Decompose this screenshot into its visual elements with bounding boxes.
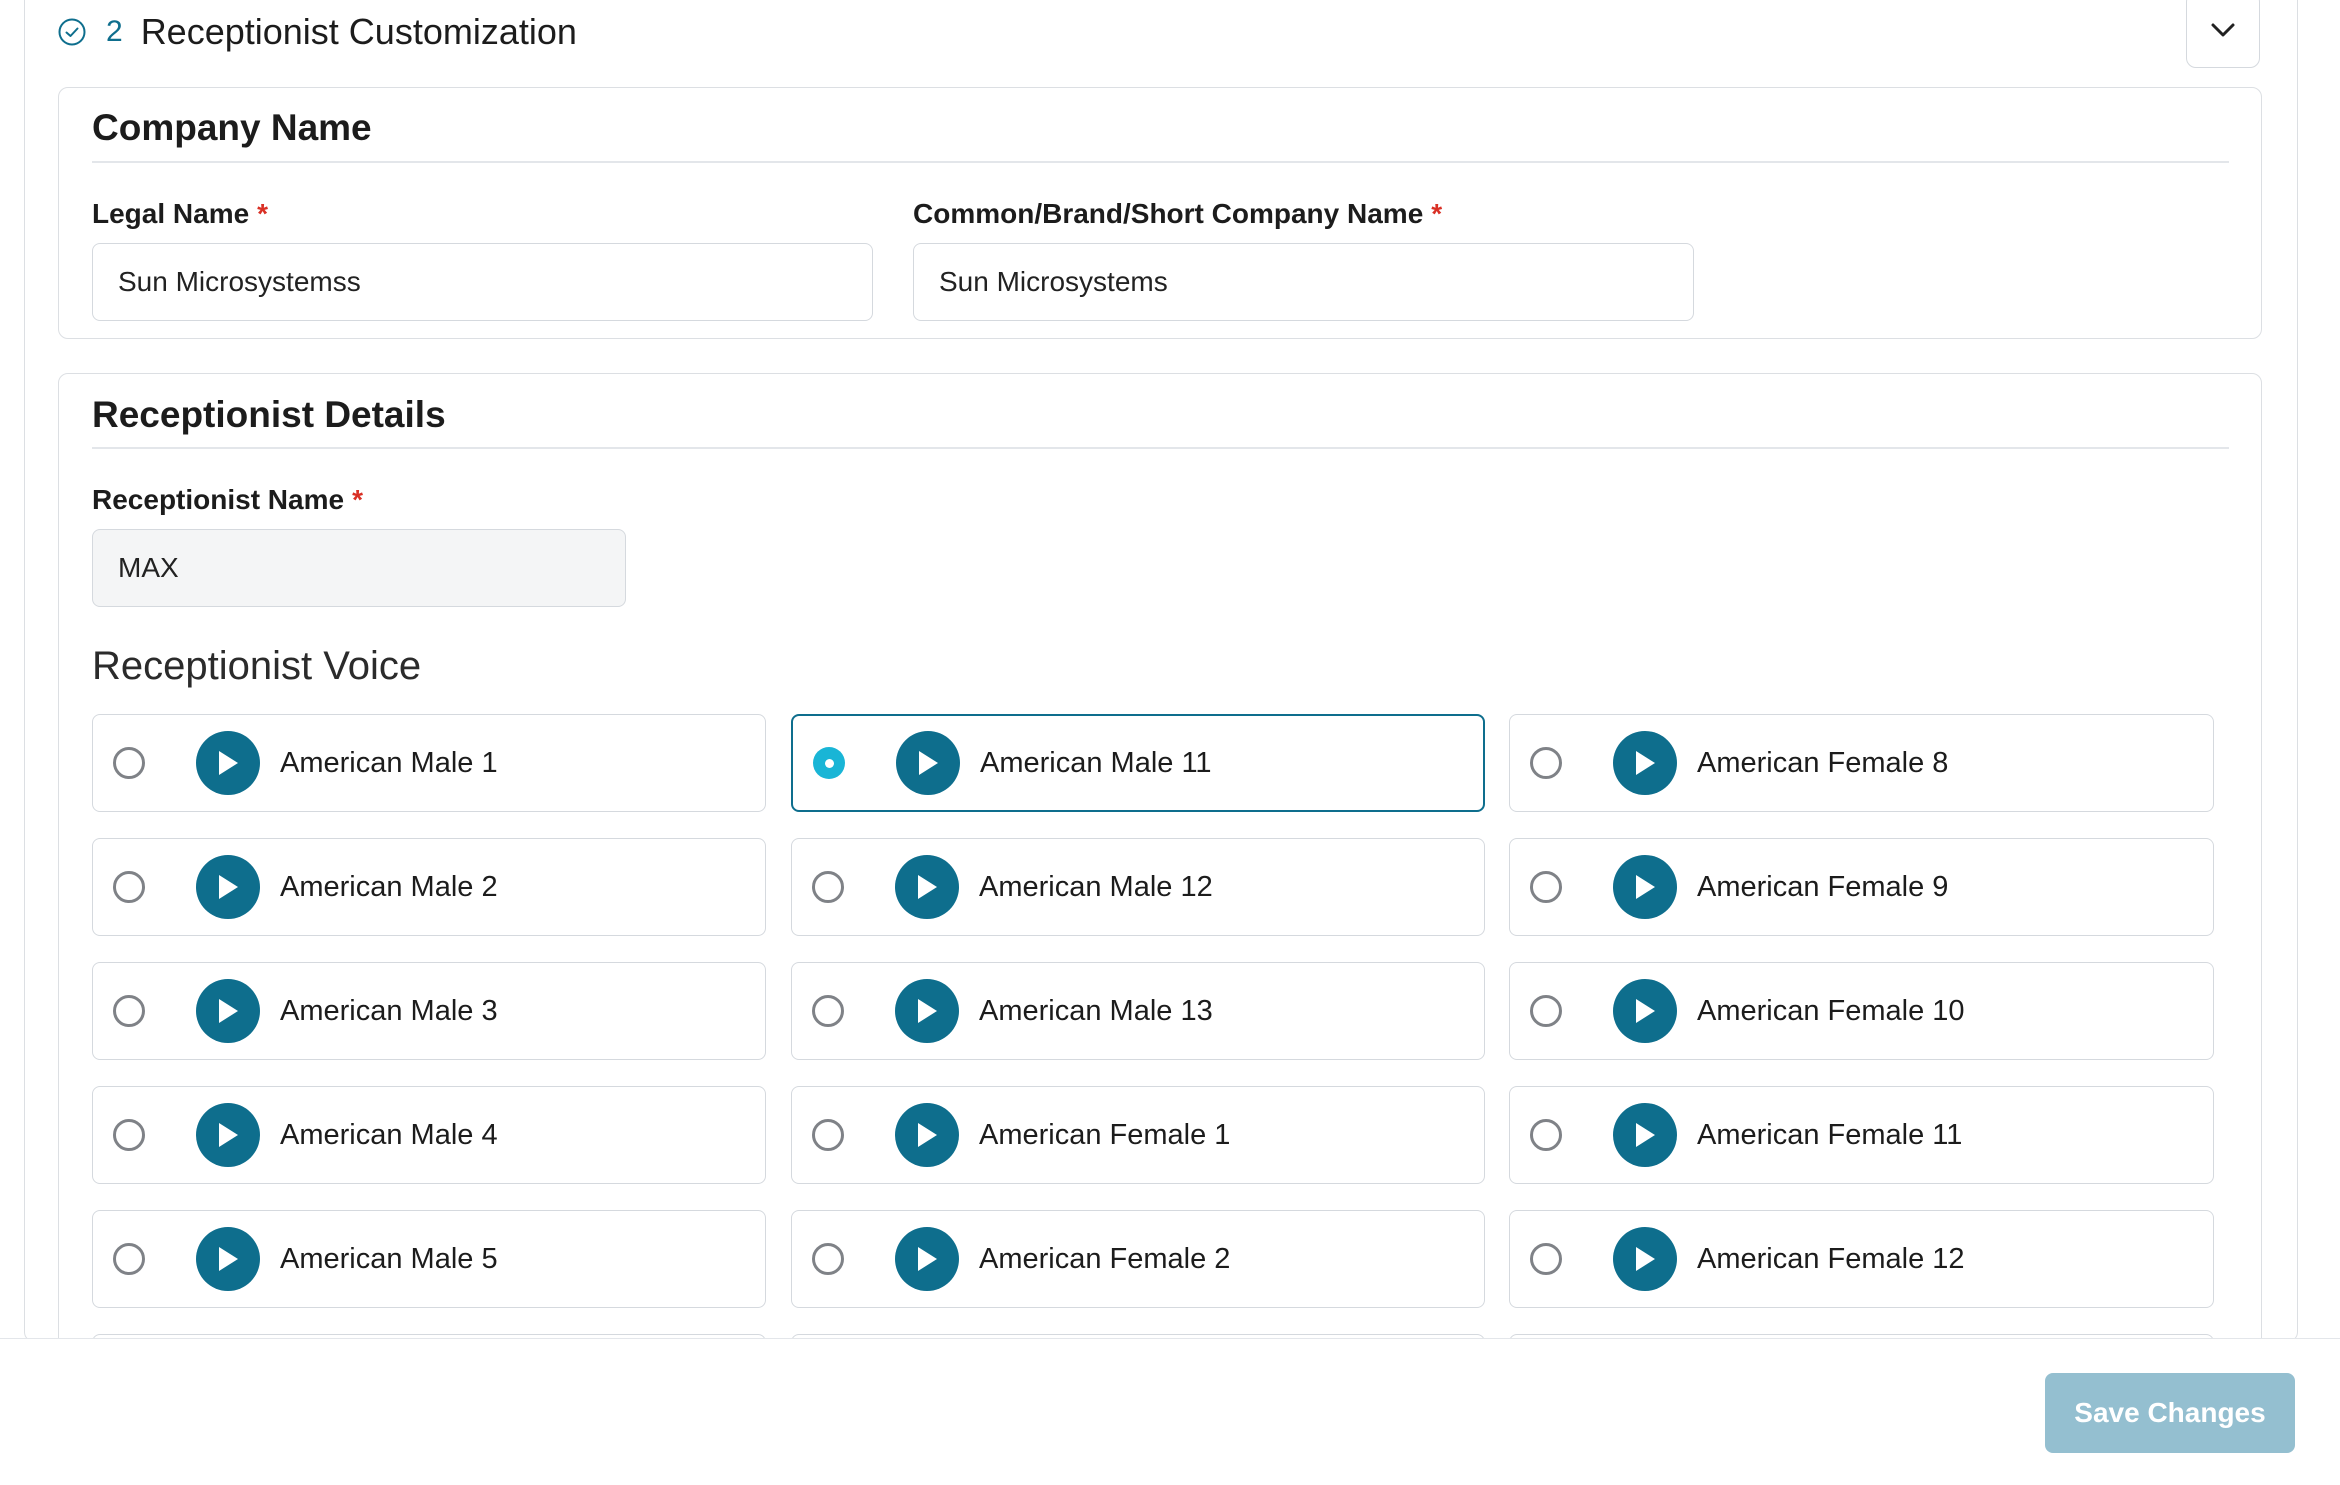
voice-option[interactable]: American Male 1 (92, 714, 766, 812)
voice-option[interactable]: American Male 13 (791, 962, 1485, 1060)
voice-radio[interactable] (813, 747, 845, 779)
voice-option[interactable]: American Male 2 (92, 838, 766, 936)
legal-name-label: Legal Name * (92, 198, 269, 229)
voice-option[interactable]: American Female 12 (1509, 1210, 2214, 1308)
company-name-section: Company Name Legal Name* Common/Brand/Sh… (58, 87, 2262, 339)
voice-radio[interactable] (812, 995, 844, 1027)
voice-option[interactable]: American Female 10 (1509, 962, 2214, 1060)
voice-radio[interactable] (1530, 1119, 1562, 1151)
voice-radio[interactable] (1530, 1243, 1562, 1275)
voice-radio[interactable] (812, 1119, 844, 1151)
voice-radio[interactable] (812, 1243, 844, 1275)
voice-label: American Male 5 (280, 1242, 498, 1275)
voice-radio[interactable] (1530, 747, 1562, 779)
play-icon[interactable] (196, 855, 260, 919)
play-icon[interactable] (896, 731, 960, 795)
required-marker: * (352, 484, 363, 515)
voice-label: American Female 10 (1697, 994, 1965, 1027)
required-marker: * (1431, 198, 1443, 229)
voice-option[interactable]: American Female 2 (791, 1210, 1485, 1308)
section-divider (92, 447, 2229, 449)
step-header[interactable]: 2 Receptionist Customization (58, 0, 577, 64)
receptionist-name-input[interactable] (92, 529, 626, 607)
voice-option[interactable]: American Male 4 (92, 1086, 766, 1184)
voice-radio[interactable] (113, 871, 145, 903)
voice-label: American Male 12 (979, 870, 1213, 903)
section-divider (92, 161, 2229, 163)
voice-radio[interactable] (1530, 995, 1562, 1027)
check-circle-icon (58, 18, 86, 46)
company-section-title: Company Name (92, 107, 372, 148)
voice-radio[interactable] (1530, 871, 1562, 903)
voice-option[interactable]: American Male 12 (791, 838, 1485, 936)
voice-option[interactable]: American Male 11 (791, 714, 1485, 812)
play-icon[interactable] (1613, 855, 1677, 919)
voice-label: American Female 11 (1697, 1118, 1963, 1151)
voice-option[interactable]: American Female 1 (791, 1086, 1485, 1184)
receptionist-details-section: Receptionist Details Receptionist Name * … (58, 373, 2262, 1473)
chevron-down-icon (2211, 23, 2235, 37)
step-title: Receptionist Customization (140, 11, 577, 52)
receptionist-section-title: Receptionist Details (92, 394, 446, 435)
voice-radio[interactable] (113, 995, 145, 1027)
voice-label: American Male 4 (280, 1118, 498, 1151)
play-icon[interactable] (196, 979, 260, 1043)
voice-label: American Female 2 (979, 1242, 1231, 1275)
footer-bar: Save Changes (0, 1338, 2340, 1485)
voice-radio[interactable] (113, 1119, 145, 1151)
voice-label: American Female 12 (1697, 1242, 1965, 1275)
voice-option[interactable]: American Female 8 (1509, 714, 2214, 812)
play-icon[interactable] (196, 1227, 260, 1291)
step-number: 2 (106, 15, 123, 48)
play-icon[interactable] (895, 1227, 959, 1291)
voice-option[interactable]: American Female 11 (1509, 1086, 2214, 1184)
required-marker: * (257, 198, 269, 229)
voice-radio[interactable] (812, 871, 844, 903)
collapse-button[interactable] (2186, 0, 2260, 68)
voice-label: American Male 1 (280, 746, 498, 779)
voice-option[interactable]: American Male 3 (92, 962, 766, 1060)
voice-option[interactable]: American Female 9 (1509, 838, 2214, 936)
voice-label: American Female 9 (1697, 870, 1949, 903)
voice-label: American Male 11 (980, 746, 1212, 779)
voice-radio[interactable] (113, 747, 145, 779)
play-icon[interactable] (196, 731, 260, 795)
voice-label: American Female 1 (979, 1118, 1231, 1151)
save-changes-button[interactable]: Save Changes (2045, 1373, 2295, 1453)
brand-name-input[interactable] (913, 243, 1694, 321)
voice-label: American Male 2 (280, 870, 498, 903)
voice-label: American Female 8 (1697, 746, 1949, 779)
play-icon[interactable] (1613, 731, 1677, 795)
brand-name-label: Common/Brand/Short Company Name * (913, 198, 1443, 229)
play-icon[interactable] (895, 1103, 959, 1167)
receptionist-name-label: Receptionist Name * (92, 484, 363, 515)
play-icon[interactable] (1613, 1103, 1677, 1167)
play-icon[interactable] (895, 855, 959, 919)
voice-label: American Male 13 (979, 994, 1213, 1027)
voice-option[interactable]: American Male 5 (92, 1210, 766, 1308)
legal-name-input[interactable] (92, 243, 873, 321)
play-icon[interactable] (1613, 979, 1677, 1043)
voice-radio[interactable] (113, 1243, 145, 1275)
play-icon[interactable] (196, 1103, 260, 1167)
voice-heading: Receptionist Voice (92, 644, 422, 688)
play-icon[interactable] (895, 979, 959, 1043)
play-icon[interactable] (1613, 1227, 1677, 1291)
voice-label: American Male 3 (280, 994, 498, 1027)
